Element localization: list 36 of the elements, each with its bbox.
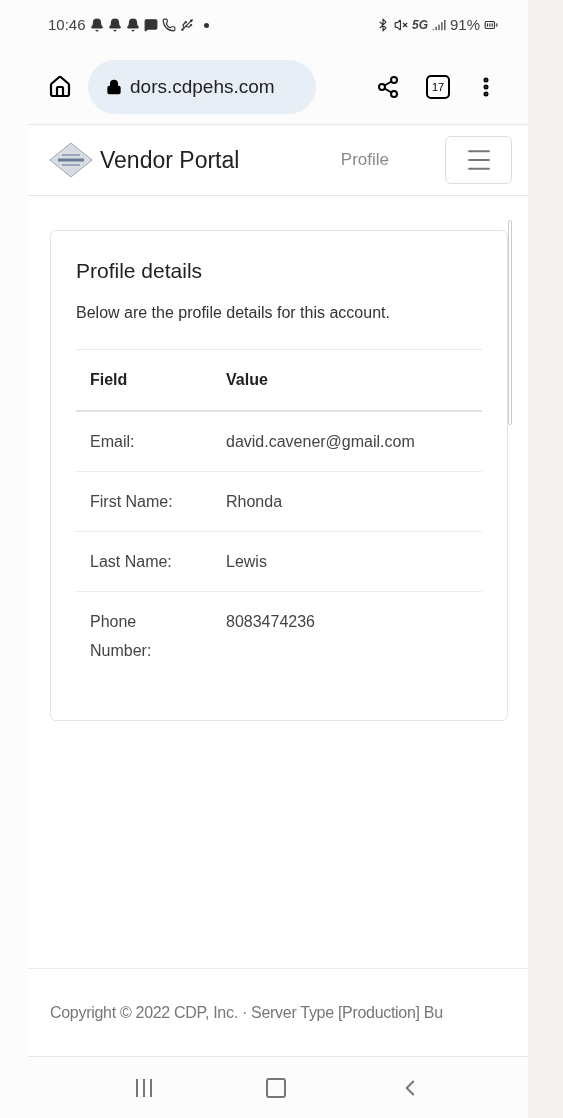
notification-icon [89, 18, 104, 32]
battery-icon [484, 18, 498, 32]
tab-count[interactable]: 17 [426, 75, 450, 99]
lock-icon [106, 79, 122, 95]
table-cell-text: Rhonda [226, 491, 283, 512]
status-time: 10:46 [48, 14, 86, 35]
home-icon[interactable] [48, 75, 72, 99]
menu-button[interactable] [445, 136, 512, 184]
share-icon[interactable] [376, 75, 400, 99]
usb-icon [179, 18, 194, 32]
url-text: dors.cdpehs.com [130, 74, 275, 99]
table-cell-text: Email: [89, 431, 136, 452]
home-button-icon[interactable] [264, 1075, 288, 1100]
table-cell-text: Phone Number: [89, 611, 153, 661]
network-type: 5G [411, 17, 428, 34]
column-header: Field [89, 369, 129, 390]
table-cell-text: Lewis [226, 551, 267, 572]
table-cell-text: david.cavener@gmail.com [226, 431, 415, 452]
signal-icon [431, 18, 446, 32]
logo-icon [48, 141, 94, 179]
footer-text: Copyright © 2022 CDP, Inc. · Server Type [Production] Bu [50, 1002, 443, 1023]
battery-percent: 91% [449, 14, 480, 35]
brand-title[interactable]: Vendor Portal [100, 142, 240, 178]
scrollbar[interactable] [508, 220, 512, 425]
table-cell-text: 8083474236 [226, 611, 315, 632]
notification-icon [107, 18, 122, 32]
column-header: Value [226, 369, 268, 390]
card-description: Below are the profile details for this account. [76, 302, 391, 323]
table-cell-text: First Name: [89, 491, 174, 512]
address-bar[interactable]: dors.cdpehs.com [88, 60, 316, 114]
notification-icon [125, 18, 140, 32]
mute-icon [393, 18, 408, 32]
message-icon [143, 18, 158, 32]
phone-icon [161, 18, 176, 32]
card-title: Profile details [76, 258, 204, 284]
table-cell-text: Last Name: [89, 551, 173, 572]
